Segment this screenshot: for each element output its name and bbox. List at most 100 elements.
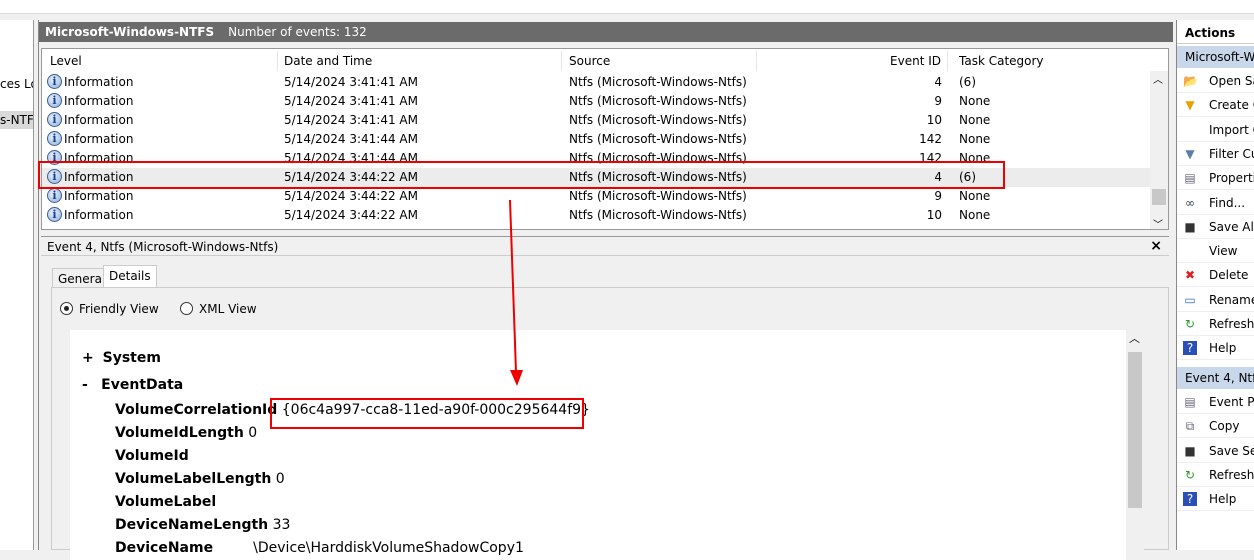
action-label: Create Custom View... xyxy=(1209,98,1254,113)
xml-view-radio[interactable]: XML View xyxy=(180,302,257,316)
content-scrollbar[interactable]: ︿ xyxy=(1126,330,1144,560)
action-label: Help xyxy=(1209,341,1237,356)
scroll-thumb[interactable] xyxy=(1128,352,1142,508)
col-source[interactable]: Source xyxy=(569,51,757,71)
properties-icon: ▤ xyxy=(1184,171,1196,186)
action-item[interactable]: 📂 Open Saved Log... xyxy=(1177,69,1254,93)
action-label: Import Custom View... xyxy=(1209,122,1254,137)
tree-item[interactable]: ces Lo xyxy=(0,75,33,93)
level: Information xyxy=(64,208,134,222)
event-data-field: VolumeId xyxy=(115,448,193,464)
level: Information xyxy=(64,132,134,146)
refresh-icon: ↻ xyxy=(1184,317,1196,331)
col-event-id[interactable]: Event ID xyxy=(758,51,948,71)
task-category: (6) xyxy=(959,75,976,89)
event-id: 4 xyxy=(934,170,942,184)
event-row[interactable]: i Information 5/14/2024 3:44:22 AM Ntfs (… xyxy=(42,187,1150,206)
field-value: 0 xyxy=(275,471,285,487)
action-item[interactable]: ▼ Filter Current Log... xyxy=(1177,142,1254,166)
event-id: 4 xyxy=(934,75,942,89)
action-item[interactable]: View xyxy=(1177,239,1254,264)
event-row[interactable]: i Information 5/14/2024 3:41:44 AM Ntfs (… xyxy=(42,149,1150,168)
scroll-up-icon[interactable]: ︿ xyxy=(1153,71,1163,86)
event-row[interactable]: i Information 5/14/2024 3:41:41 AM Ntfs (… xyxy=(42,73,1150,92)
action-label: Help xyxy=(1209,492,1237,507)
action-item[interactable]: ? Help xyxy=(1177,336,1254,361)
task-category: None xyxy=(959,113,991,127)
close-icon[interactable]: × xyxy=(1150,236,1162,256)
tab-details[interactable]: Details xyxy=(103,265,157,288)
event-data-field: VolumeIdLength 0 xyxy=(115,425,257,441)
level: Information xyxy=(64,189,134,203)
scroll-thumb[interactable] xyxy=(1152,189,1166,205)
col-task[interactable]: Task Category xyxy=(959,51,1149,71)
information-icon: i xyxy=(47,150,62,165)
task-category: None xyxy=(959,151,991,165)
action-item[interactable]: ↻ Refresh xyxy=(1177,463,1254,487)
information-icon: i xyxy=(47,169,62,184)
action-item[interactable]: ▤ Properties xyxy=(1177,166,1254,191)
information-icon: i xyxy=(47,74,62,89)
datetime: 5/14/2024 3:44:22 AM xyxy=(284,208,418,222)
action-item[interactable]: ? Help xyxy=(1177,487,1254,512)
field-value: 33 xyxy=(272,517,291,533)
action-label: Find... xyxy=(1209,195,1246,210)
scroll-down-icon[interactable]: ﹀ xyxy=(1153,216,1163,229)
action-item[interactable]: ■ Save All Events As... xyxy=(1177,215,1254,239)
action-item[interactable]: ▭ Rename xyxy=(1177,288,1254,312)
source: Ntfs (Microsoft-Windows-Ntfs) xyxy=(569,208,747,222)
action-item[interactable]: ✖ Delete xyxy=(1177,263,1254,288)
action-item[interactable]: ▼ Create Custom View... xyxy=(1177,93,1254,118)
event-data-field: VolumeCorrelationId {06c4a997-cca8-11ed-… xyxy=(115,402,590,418)
task-category: None xyxy=(959,208,991,222)
event-id: 9 xyxy=(934,94,942,108)
event-row[interactable]: i Information 5/14/2024 3:41:41 AM Ntfs (… xyxy=(42,92,1150,111)
level: Information xyxy=(64,75,134,89)
filter-create-icon: ▼ xyxy=(1185,98,1195,113)
action-label: Event Properties xyxy=(1209,395,1254,409)
event-data-field: DeviceName \Device\HarddiskVolumeShadowC… xyxy=(115,540,524,556)
radio-label: Friendly View xyxy=(79,302,159,316)
event-id: 142 xyxy=(919,132,942,146)
actions-section-event[interactable]: Event 4, Ntfs xyxy=(1177,367,1254,389)
information-icon: i xyxy=(47,131,62,146)
action-item[interactable]: ∞ Find... xyxy=(1177,191,1254,215)
field-value: 0 xyxy=(248,425,258,441)
source: Ntfs (Microsoft-Windows-Ntfs) xyxy=(569,113,747,127)
task-category: None xyxy=(959,94,991,108)
col-level[interactable]: Level xyxy=(50,51,278,71)
action-item[interactable]: Import Custom View... xyxy=(1177,118,1254,142)
event-row[interactable]: i Information 5/14/2024 3:44:22 AM Ntfs (… xyxy=(42,168,1150,187)
source: Ntfs (Microsoft-Windows-Ntfs) xyxy=(569,132,747,146)
grid-scrollbar[interactable]: ︿ ﹀ xyxy=(1150,71,1168,229)
action-item[interactable]: ▤ Event Properties xyxy=(1177,390,1254,414)
center-pane: Microsoft-Windows-NTFS Number of events: … xyxy=(38,20,1173,560)
action-label: Properties xyxy=(1209,171,1254,186)
datetime: 5/14/2024 3:41:41 AM xyxy=(284,75,418,89)
information-icon: i xyxy=(47,93,62,108)
scroll-up-icon[interactable]: ︿ xyxy=(1129,330,1140,346)
level: Information xyxy=(64,113,134,127)
tree-item-selected[interactable]: s-NTF xyxy=(0,111,33,129)
events-grid: Level Date and Time ^ Source Event ID Ta… xyxy=(41,48,1169,230)
level: Information xyxy=(64,94,134,108)
help-icon: ? xyxy=(1183,341,1197,356)
help-icon: ? xyxy=(1183,492,1197,507)
friendly-view-radio[interactable]: Friendly View xyxy=(60,302,159,316)
radio-empty-icon xyxy=(180,302,193,315)
copy-icon: ⧉ xyxy=(1185,419,1195,434)
action-item[interactable]: ■ Save Selected Events... xyxy=(1177,439,1254,463)
event-row[interactable]: i Information 5/14/2024 3:41:41 AM Ntfs (… xyxy=(42,111,1150,130)
system-node[interactable]: + System xyxy=(82,350,161,366)
eventdata-node[interactable]: - EventData xyxy=(82,377,183,393)
event-row[interactable]: i Information 5/14/2024 3:41:44 AM Ntfs (… xyxy=(42,130,1150,149)
filter-icon: ▼ xyxy=(1185,146,1195,161)
actions-section-log[interactable]: Microsoft-Windows-NTFS xyxy=(1177,46,1254,68)
actions-title: Actions xyxy=(1177,22,1254,44)
field-name: VolumeCorrelationId xyxy=(115,402,278,418)
event-row[interactable]: i Information 5/14/2024 3:44:22 AM Ntfs (… xyxy=(42,206,1150,225)
action-item[interactable]: ⧉ Copy xyxy=(1177,414,1254,439)
console-tree: ces Lo s-NTF xyxy=(0,20,34,550)
task-category: None xyxy=(959,132,991,146)
action-item[interactable]: ↻ Refresh xyxy=(1177,312,1254,336)
